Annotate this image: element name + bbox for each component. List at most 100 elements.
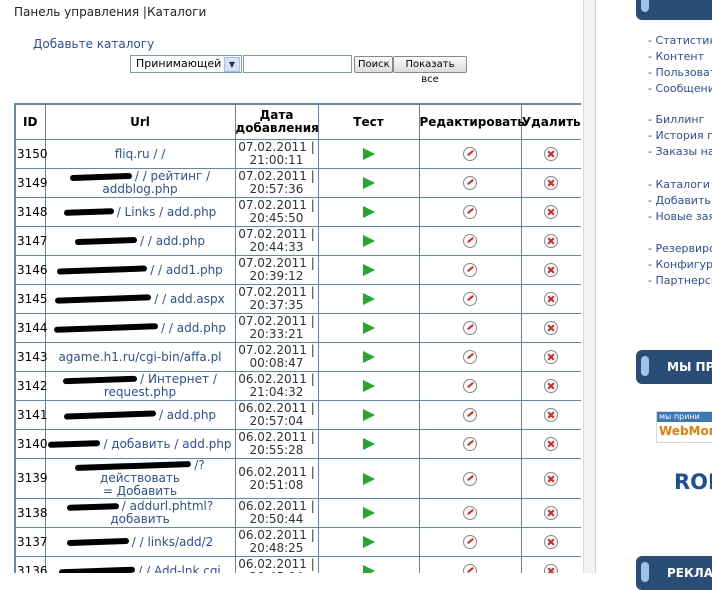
row-url[interactable]: fliq.ru / /: [44, 139, 236, 169]
edit-icon[interactable]: [463, 147, 477, 161]
delete-icon[interactable]: [544, 564, 559, 573]
row-test-cell: [317, 556, 420, 573]
sidebar-ads-banner[interactable]: РЕКЛАМ: [636, 556, 712, 590]
row-url[interactable]: / / add.aspx: [44, 284, 236, 314]
sidebar-item-billing[interactable]: - Биллинг: [648, 112, 712, 128]
row-url[interactable]: / Links / add.php: [44, 197, 236, 227]
row-url[interactable]: / / Add-lnk.cgi: [44, 556, 236, 573]
delete-icon[interactable]: [544, 379, 559, 393]
sidebar-item-history[interactable]: - История пла: [648, 128, 712, 144]
edit-icon[interactable]: [463, 408, 477, 422]
sidebar-item-add-catalog[interactable]: - Добавить к: [648, 193, 712, 209]
edit-icon[interactable]: [463, 205, 477, 219]
delete-icon[interactable]: [544, 506, 559, 520]
edit-icon[interactable]: [463, 350, 477, 364]
row-date-line1: 07.02.2011 |: [238, 285, 315, 299]
edit-icon[interactable]: [463, 292, 477, 306]
play-icon[interactable]: [362, 507, 375, 519]
delete-icon[interactable]: [544, 437, 559, 451]
row-url[interactable]: / / links/add/2: [44, 527, 236, 557]
play-icon[interactable]: [362, 536, 375, 548]
row-url[interactable]: / добавить / add.php: [44, 429, 236, 459]
row-url[interactable]: / / add1.php: [44, 255, 236, 285]
add-catalog-link[interactable]: Добавьте каталогу: [33, 37, 154, 51]
row-date-line2: 21:04:32: [249, 385, 304, 399]
delete-icon[interactable]: [544, 147, 559, 161]
row-test-cell: [317, 342, 420, 372]
row-date-line1: 07.02.2011 |: [238, 169, 315, 183]
search-input[interactable]: [243, 55, 352, 73]
play-icon[interactable]: [362, 351, 375, 363]
row-url[interactable]: / addurl.phtml? добавить: [44, 498, 236, 528]
sidebar-accept-banner[interactable]: МЫ ПРИ: [636, 350, 712, 384]
edit-icon[interactable]: [463, 379, 477, 393]
edit-icon[interactable]: [463, 506, 477, 520]
row-url[interactable]: / Интернет / request.php: [44, 371, 236, 401]
edit-icon[interactable]: [463, 564, 477, 573]
delete-icon[interactable]: [544, 263, 559, 277]
row-url[interactable]: / / рейтинг / addblog.php: [44, 168, 236, 198]
filter-select[interactable]: Принимающей ▼: [130, 55, 242, 73]
robokassa-logo[interactable]: ROB: [674, 470, 712, 494]
breadcrumb-control-panel[interactable]: Панель управления: [14, 5, 139, 19]
edit-icon[interactable]: [463, 437, 477, 451]
sidebar-item-catalogs[interactable]: - Каталоги: [648, 177, 712, 193]
row-date-line2: 00:08:47: [249, 356, 304, 370]
play-icon[interactable]: [362, 409, 375, 421]
sidebar-item-users[interactable]: - Пользовате: [648, 65, 712, 81]
sidebar-item-content[interactable]: - Контент: [648, 49, 712, 65]
delete-icon[interactable]: [544, 176, 559, 190]
play-icon[interactable]: [362, 322, 375, 334]
play-icon[interactable]: [362, 438, 375, 450]
row-url[interactable]: / / add.php: [44, 226, 236, 256]
sidebar-item-config[interactable]: - Конфигура: [648, 257, 712, 273]
row-url[interactable]: /? действовать = Добавить: [44, 458, 236, 499]
play-icon[interactable]: [362, 148, 375, 160]
row-date: 06.02.2011 |20:45:04: [234, 556, 319, 573]
search-button[interactable]: Поиск: [354, 56, 393, 73]
sidebar-item-messages[interactable]: - Сообщения: [648, 81, 712, 97]
delete-icon[interactable]: [544, 535, 559, 549]
edit-icon[interactable]: [463, 321, 477, 335]
play-icon[interactable]: [362, 380, 375, 392]
row-delete-cell: [520, 400, 581, 430]
edit-icon[interactable]: [463, 234, 477, 248]
row-test-cell: [317, 313, 420, 343]
row-id: 3147: [14, 226, 48, 256]
row-edit-cell: [418, 139, 522, 169]
play-icon[interactable]: [362, 472, 375, 485]
sidebar-item-orders[interactable]: - Заказы на в: [648, 144, 712, 160]
row-url[interactable]: / / add.php: [44, 313, 236, 343]
delete-icon[interactable]: [544, 321, 559, 335]
play-icon[interactable]: [362, 206, 375, 218]
sidebar-item-new-requests[interactable]: - Новые заяв: [648, 209, 712, 225]
breadcrumb-catalogs[interactable]: Каталоги: [147, 5, 206, 19]
play-icon[interactable]: [362, 235, 375, 247]
edit-icon[interactable]: [463, 176, 477, 190]
delete-icon[interactable]: [544, 234, 559, 248]
play-icon[interactable]: [362, 565, 375, 573]
row-url-line1: fliq.ru / /: [114, 146, 166, 161]
sidebar-item-partners[interactable]: - Партнерски: [648, 273, 712, 289]
delete-icon[interactable]: [544, 292, 559, 306]
sidebar-item-backup[interactable]: - Резервиров: [648, 241, 712, 257]
row-url-line1: agame.h1.ru/cgi-bin/affa.pl: [58, 349, 222, 364]
play-icon[interactable]: [362, 293, 375, 305]
webmoney-badge[interactable]: мы прини WebMone: [656, 411, 712, 443]
delete-icon[interactable]: [544, 408, 559, 422]
play-icon[interactable]: [362, 177, 375, 189]
delete-icon[interactable]: [544, 471, 559, 486]
edit-icon[interactable]: [463, 263, 477, 277]
edit-icon[interactable]: [463, 471, 477, 486]
play-icon[interactable]: [362, 264, 375, 276]
row-url[interactable]: / add.php: [44, 400, 236, 430]
sidebar-item-statistics[interactable]: - Статистика: [648, 33, 712, 49]
row-date: 07.02.2011 | 20:39:12: [234, 255, 319, 285]
sidebar-menu-group-2: - Биллинг - История пла - Заказы на в: [648, 112, 712, 160]
delete-icon[interactable]: [544, 205, 559, 219]
row-url[interactable]: agame.h1.ru/cgi-bin/affa.pl: [44, 342, 236, 372]
show-all-button[interactable]: Показать все: [393, 56, 467, 85]
delete-icon[interactable]: [544, 350, 559, 364]
edit-icon[interactable]: [463, 535, 477, 549]
chevron-down-icon[interactable]: ▼: [224, 57, 240, 72]
